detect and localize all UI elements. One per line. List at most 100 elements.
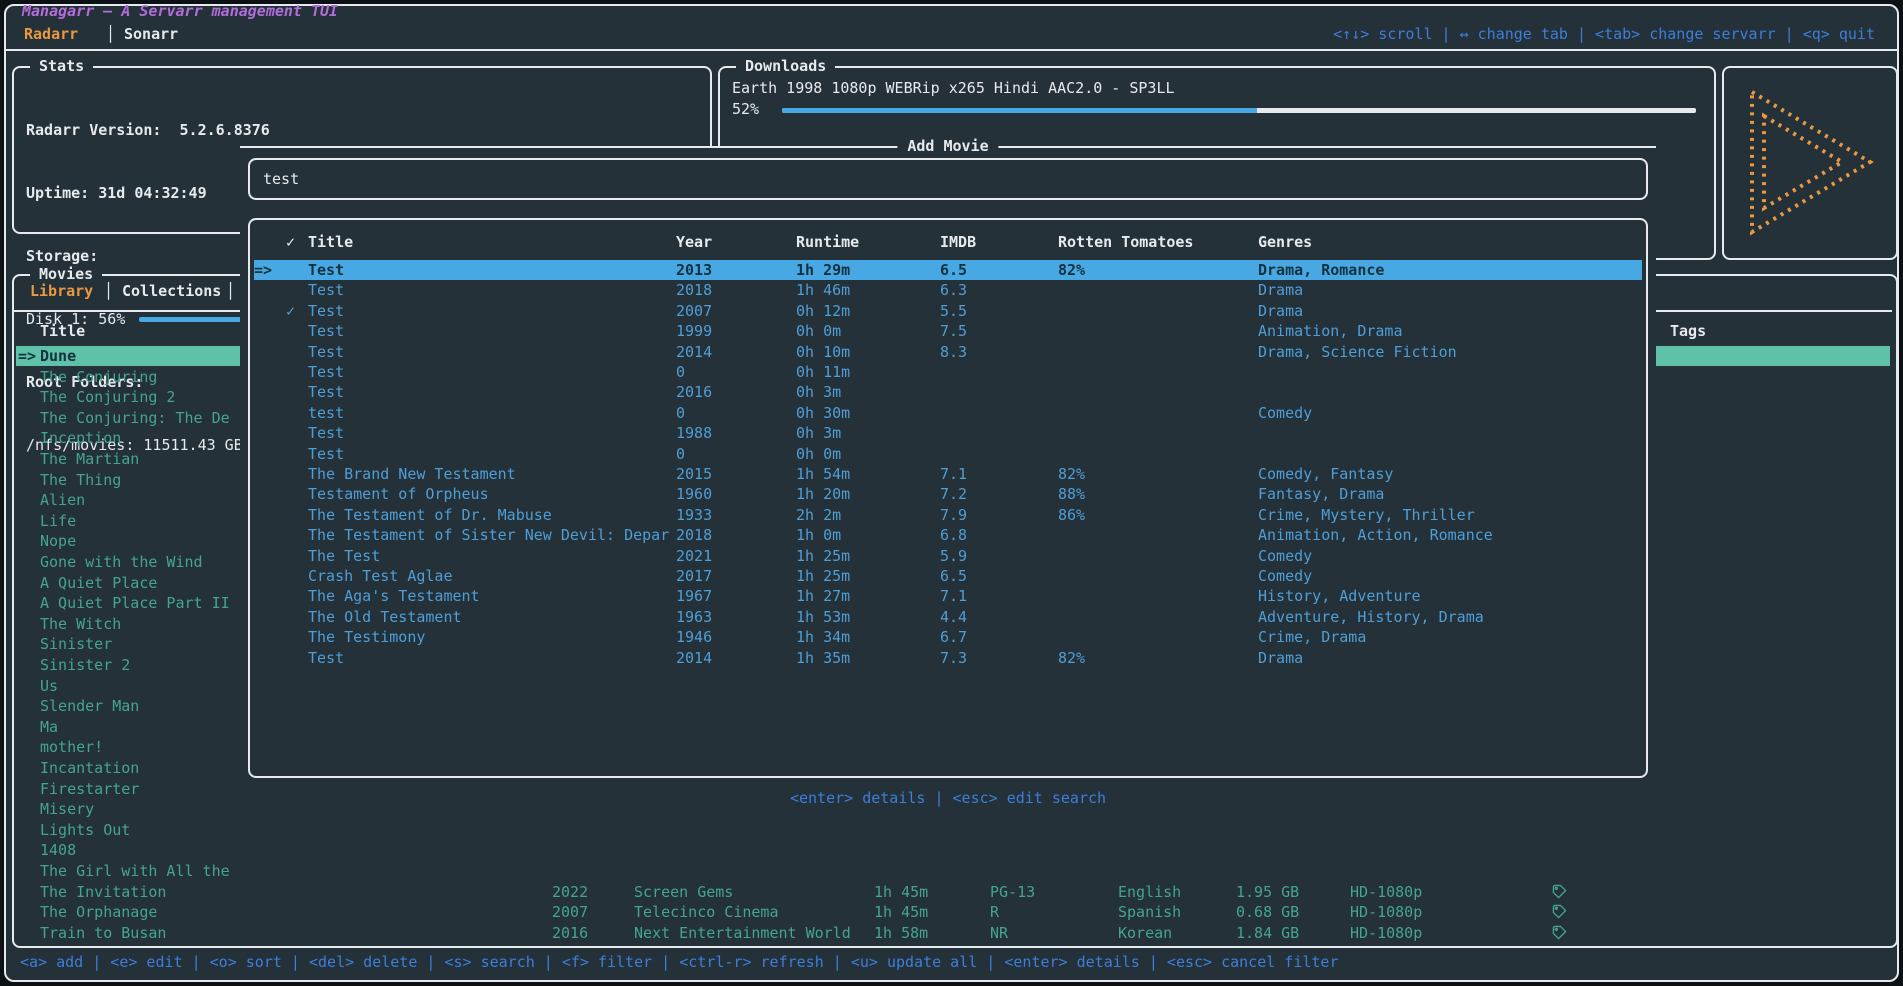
movies-tab-collections[interactable]: Collections xyxy=(122,281,221,302)
movie-row[interactable]: The Invitation2022Screen Gems1h 45mPG-13… xyxy=(16,882,1890,902)
result-imdb: 6.7 xyxy=(940,627,967,647)
result-title: Test xyxy=(308,342,344,362)
result-year: 1999 xyxy=(676,321,712,341)
result-row[interactable]: The Old Testament19631h 53m4.4Adventure,… xyxy=(254,607,1642,627)
result-imdb: 6.5 xyxy=(940,260,967,280)
tab-radarr[interactable]: Radarr xyxy=(24,24,78,45)
result-row[interactable]: Test19990h 0m7.5Animation, Drama xyxy=(254,321,1642,341)
tag-icon xyxy=(1552,882,1567,902)
result-title: Test xyxy=(308,444,344,464)
result-year: 2018 xyxy=(676,280,712,300)
movie-title: The Conjuring: The De xyxy=(40,408,230,428)
result-imdb: 6.3 xyxy=(940,280,967,300)
result-row[interactable]: ✓Test20070h 12m5.5Drama xyxy=(254,301,1642,321)
add-movie-search-input[interactable] xyxy=(250,160,1646,198)
movie-size: 0.68 GB xyxy=(1236,902,1299,922)
movie-certification: R xyxy=(990,902,999,922)
tab-divider: │ xyxy=(106,24,115,45)
result-title: test xyxy=(308,403,344,423)
tag-icon xyxy=(1552,923,1567,943)
result-runtime: 0h 3m xyxy=(796,423,841,443)
result-row[interactable]: Testament of Orpheus19601h 20m7.288%Fant… xyxy=(254,484,1642,504)
movies-tab-divider-2: │ xyxy=(226,281,235,302)
tab-sonarr[interactable]: Sonarr xyxy=(124,24,178,45)
result-row[interactable]: =>Test20131h 29m6.582%Drama, Romance xyxy=(254,260,1642,280)
movie-year: 2016 xyxy=(552,923,588,943)
result-row[interactable]: Test20141h 35m7.382%Drama xyxy=(254,648,1642,668)
result-year: 0 xyxy=(676,403,685,423)
result-imdb: 7.1 xyxy=(940,464,967,484)
result-row[interactable]: Test00h 11m xyxy=(254,362,1642,382)
result-row[interactable]: Crash Test Aglae20171h 25m6.5Comedy xyxy=(254,566,1642,586)
result-imdb: 8.3 xyxy=(940,342,967,362)
movie-title: Firestarter xyxy=(40,779,139,799)
movie-row[interactable]: The Orphanage2007Telecinco Cinema1h 45mR… xyxy=(16,902,1890,922)
movie-quality: HD-1080p xyxy=(1350,882,1422,902)
result-row[interactable]: The Testimony19461h 34m6.7Crime, Drama xyxy=(254,627,1642,647)
result-runtime: 1h 53m xyxy=(796,607,850,627)
result-title: Test xyxy=(308,260,344,280)
result-imdb: 6.8 xyxy=(940,525,967,545)
result-imdb: 7.9 xyxy=(940,505,967,525)
logo-panel xyxy=(1722,66,1898,260)
result-year: 2014 xyxy=(676,342,712,362)
stats-panel-title: Stats xyxy=(30,56,93,77)
result-imdb: 7.5 xyxy=(940,321,967,341)
result-runtime: 2h 2m xyxy=(796,505,841,525)
result-runtime: 1h 46m xyxy=(796,280,850,300)
result-imdb: 5.9 xyxy=(940,546,967,566)
movie-runtime: 1h 58m xyxy=(874,923,928,943)
add-movie-search-box xyxy=(248,158,1648,200)
result-runtime: 1h 20m xyxy=(796,484,850,504)
movie-title: Inception xyxy=(40,428,121,448)
movie-language: Spanish xyxy=(1118,902,1181,922)
movies-tab-library[interactable]: Library xyxy=(30,281,93,302)
result-title: The Old Testament xyxy=(308,607,462,627)
result-row[interactable]: The Testament of Sister New Devil: Depar… xyxy=(254,525,1642,545)
result-row[interactable]: Test20160h 3m xyxy=(254,382,1642,402)
result-row[interactable]: The Test20211h 25m5.9Comedy xyxy=(254,546,1642,566)
result-row[interactable]: The Aga's Testament19671h 27m7.1History,… xyxy=(254,586,1642,606)
result-runtime: 0h 10m xyxy=(796,342,850,362)
result-year: 1967 xyxy=(676,586,712,606)
movie-certification: NR xyxy=(990,923,1008,943)
result-rotten-tomatoes: 86% xyxy=(1058,505,1085,525)
download-item-name: Earth 1998 1080p WEBRip x265 Hindi AAC2.… xyxy=(732,78,1175,99)
result-title: The Testimony xyxy=(308,627,425,647)
movie-language: English xyxy=(1118,882,1181,902)
result-imdb: 4.4 xyxy=(940,607,967,627)
header-runtime: Runtime xyxy=(796,232,859,252)
movie-title: The Orphanage xyxy=(40,902,157,922)
result-row[interactable]: The Brand New Testament20151h 54m7.182%C… xyxy=(254,464,1642,484)
result-rotten-tomatoes: 82% xyxy=(1058,464,1085,484)
movie-title: The Thing xyxy=(40,470,121,490)
result-row[interactable]: test00h 30mComedy xyxy=(254,403,1642,423)
movie-title: Sinister xyxy=(40,634,112,654)
header-year: Year xyxy=(676,232,712,252)
movie-runtime: 1h 45m xyxy=(874,882,928,902)
uptime-value: 31d 04:32:49 xyxy=(98,184,206,202)
result-runtime: 0h 12m xyxy=(796,301,850,321)
selection-marker: => xyxy=(18,346,36,366)
result-row[interactable]: The Testament of Dr. Mabuse19332h 2m7.98… xyxy=(254,505,1642,525)
movie-title: Nope xyxy=(40,531,76,551)
download-progress-bar xyxy=(782,108,1696,113)
result-year: 2007 xyxy=(676,301,712,321)
header-check: ✓ xyxy=(286,232,295,252)
download-progress-fill xyxy=(782,108,1257,113)
result-genres: Crime, Mystery, Thriller xyxy=(1258,505,1475,525)
result-imdb: 6.5 xyxy=(940,566,967,586)
movie-title: Incantation xyxy=(40,758,139,778)
add-movie-popup-title: Add Movie xyxy=(897,136,998,157)
movie-certification: PG-13 xyxy=(990,882,1035,902)
result-row[interactable]: Test19880h 3m xyxy=(254,423,1642,443)
result-genres: Fantasy, Drama xyxy=(1258,484,1384,504)
result-runtime: 1h 34m xyxy=(796,627,850,647)
result-row[interactable]: Test20181h 46m6.3Drama xyxy=(254,280,1642,300)
result-row[interactable]: Test00h 0m xyxy=(254,444,1642,464)
result-row[interactable]: Test20140h 10m8.3Drama, Science Fiction xyxy=(254,342,1642,362)
result-genres: Comedy xyxy=(1258,403,1312,423)
result-title: Test xyxy=(308,280,344,300)
add-movie-results-table: ✓ Title Year Runtime IMDB Rotten Tomatoe… xyxy=(248,218,1648,778)
movie-row[interactable]: Train to Busan2016Next Entertainment Wor… xyxy=(16,923,1890,943)
